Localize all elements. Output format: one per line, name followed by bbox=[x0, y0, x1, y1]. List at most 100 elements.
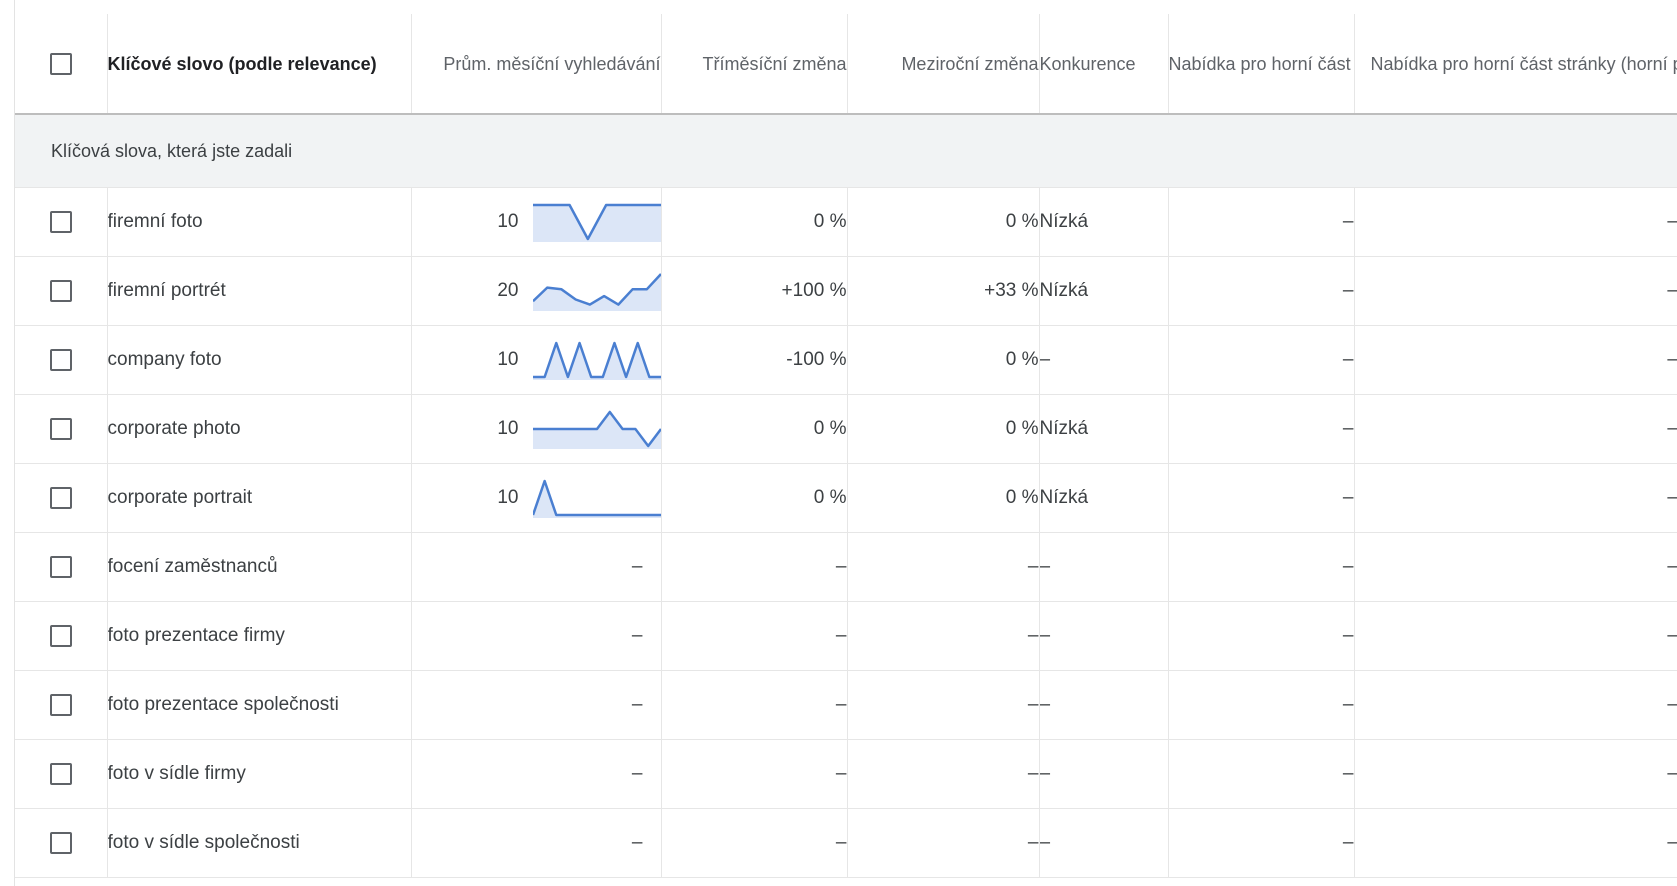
avg-searches-cell: 20 bbox=[411, 256, 662, 326]
keyword-cell: foto v sídle firmy bbox=[107, 739, 412, 809]
keyword-cell: focení zaměstnanců bbox=[107, 532, 412, 602]
competition-cell: – bbox=[1039, 808, 1169, 878]
avg-searches-wrap: – bbox=[412, 694, 661, 716]
row-checkbox[interactable] bbox=[49, 348, 72, 371]
avg-searches-value: 10 bbox=[497, 211, 519, 232]
table-row[interactable]: focení zaměstnanců – – – – – – bbox=[15, 532, 1677, 602]
table-row[interactable]: foto v sídle společnosti – – – – – – bbox=[15, 808, 1677, 878]
bid-high-cell: – bbox=[1354, 670, 1677, 740]
yoy-change-cell: 0 % bbox=[847, 187, 1040, 257]
keyword-planner-panel: Klíčové slovo (podle relevance) Prům. mě… bbox=[14, 0, 1677, 886]
competition-cell: – bbox=[1039, 325, 1169, 395]
row-checkbox[interactable] bbox=[49, 762, 72, 785]
bid-low-cell: – bbox=[1168, 463, 1355, 533]
yoy-change-cell: 0 % bbox=[847, 325, 1040, 395]
row-checkbox-cell bbox=[15, 256, 108, 326]
avg-searches-cell: – bbox=[411, 808, 662, 878]
three-month-change-cell: – bbox=[661, 808, 848, 878]
bid-high-cell: – bbox=[1354, 394, 1677, 464]
column-header-keyword[interactable]: Klíčové slovo (podle relevance) bbox=[107, 14, 412, 115]
three-month-change-cell: – bbox=[661, 532, 848, 602]
row-checkbox-cell bbox=[15, 739, 108, 809]
sparkline-area bbox=[532, 412, 660, 449]
column-header-yoy-change[interactable]: Meziroční změna bbox=[847, 14, 1040, 115]
table-row[interactable]: foto v sídle firmy – – – – – – bbox=[15, 739, 1677, 809]
avg-searches-value: 10 bbox=[497, 349, 519, 370]
row-checkbox[interactable] bbox=[49, 210, 72, 233]
bid-low-cell: – bbox=[1168, 394, 1355, 464]
yoy-change-cell: – bbox=[847, 739, 1040, 809]
table-row[interactable]: corporate photo 10 0 % 0 % Nízká – – bbox=[15, 394, 1677, 464]
row-checkbox-cell bbox=[15, 325, 108, 395]
row-checkbox-cell bbox=[15, 808, 108, 878]
column-header-bid-low[interactable]: Nabídka pro horní část stránky (spodní p… bbox=[1168, 14, 1355, 115]
bid-low-cell: – bbox=[1168, 670, 1355, 740]
avg-searches-wrap: 10 bbox=[412, 202, 660, 242]
column-header-bid-high[interactable]: Nabídka pro horní část stránky (horní pá… bbox=[1354, 14, 1677, 115]
yoy-change-cell: – bbox=[847, 601, 1040, 671]
three-month-change-cell: – bbox=[661, 739, 848, 809]
row-checkbox[interactable] bbox=[49, 417, 72, 440]
avg-searches-cell: – bbox=[411, 670, 662, 740]
trend-sparkline bbox=[532, 203, 660, 242]
column-header-avg-searches[interactable]: Prům. měsíční vyhledávání bbox=[411, 14, 662, 115]
avg-searches-wrap: – bbox=[412, 832, 661, 854]
bid-low-cell: – bbox=[1168, 187, 1355, 257]
keyword-cell: firemní foto bbox=[107, 187, 412, 257]
trend-sparkline bbox=[532, 410, 660, 449]
table-row[interactable]: firemní foto 10 0 % 0 % Nízká – – bbox=[15, 187, 1677, 257]
avg-searches-wrap: 10 bbox=[412, 409, 660, 449]
yoy-change-cell: – bbox=[847, 808, 1040, 878]
bid-high-cell: – bbox=[1354, 532, 1677, 602]
row-checkbox[interactable] bbox=[49, 693, 72, 716]
bid-high-cell: – bbox=[1354, 601, 1677, 671]
group-header-label: Klíčová slova, která jste zadali bbox=[15, 114, 1677, 188]
table-row[interactable]: company foto 10 -100 % 0 % – – – bbox=[15, 325, 1677, 395]
row-checkbox[interactable] bbox=[49, 624, 72, 647]
bid-low-cell: – bbox=[1168, 325, 1355, 395]
avg-searches-wrap: – bbox=[412, 625, 661, 647]
avg-searches-value: – bbox=[631, 832, 643, 853]
trend-sparkline bbox=[532, 479, 660, 518]
yoy-change-cell: +33 % bbox=[847, 256, 1040, 326]
avg-searches-wrap: – bbox=[412, 556, 661, 578]
keyword-cell: foto v sídle společnosti bbox=[107, 808, 412, 878]
three-month-change-cell: -100 % bbox=[661, 325, 848, 395]
competition-cell: Nízká bbox=[1039, 463, 1169, 533]
avg-searches-cell: – bbox=[411, 601, 662, 671]
table-row[interactable]: foto prezentace společnosti – – – – – – bbox=[15, 670, 1677, 740]
row-checkbox[interactable] bbox=[49, 831, 72, 854]
row-checkbox-cell bbox=[15, 532, 108, 602]
table-row[interactable]: corporate portrait 10 0 % 0 % Nízká – – bbox=[15, 463, 1677, 533]
keyword-cell: corporate photo bbox=[107, 394, 412, 464]
table-row[interactable]: foto prezentace firmy – – – – – – bbox=[15, 601, 1677, 671]
keyword-cell: company foto bbox=[107, 325, 412, 395]
competition-cell: – bbox=[1039, 670, 1169, 740]
bid-high-cell: – bbox=[1354, 187, 1677, 257]
table-row[interactable]: firemní portrét 20 +100 % +33 % Nízká – – bbox=[15, 256, 1677, 326]
row-checkbox-cell bbox=[15, 601, 108, 671]
row-checkbox[interactable] bbox=[49, 279, 72, 302]
avg-searches-value: – bbox=[631, 625, 643, 646]
bid-high-cell: – bbox=[1354, 325, 1677, 395]
avg-searches-cell: – bbox=[411, 532, 662, 602]
column-header-three-month-change[interactable]: Tříměsíční změna bbox=[661, 14, 848, 115]
three-month-change-cell: 0 % bbox=[661, 394, 848, 464]
select-all-checkbox[interactable] bbox=[49, 53, 72, 76]
avg-searches-cell: – bbox=[411, 739, 662, 809]
row-checkbox-cell bbox=[15, 670, 108, 740]
trend-sparkline bbox=[532, 341, 660, 380]
column-header-competition[interactable]: Konkurence bbox=[1039, 14, 1169, 115]
bid-high-cell: – bbox=[1354, 256, 1677, 326]
sparkline-area bbox=[532, 343, 660, 380]
avg-searches-wrap: – bbox=[412, 763, 661, 785]
row-checkbox[interactable] bbox=[49, 555, 72, 578]
avg-searches-cell: 10 bbox=[411, 187, 662, 257]
avg-searches-value: – bbox=[631, 763, 643, 784]
avg-searches-value: 20 bbox=[497, 280, 519, 301]
avg-searches-value: 10 bbox=[497, 487, 519, 508]
three-month-change-cell: +100 % bbox=[661, 256, 848, 326]
avg-searches-wrap: 10 bbox=[412, 478, 660, 518]
row-checkbox[interactable] bbox=[49, 486, 72, 509]
avg-searches-cell: 10 bbox=[411, 463, 662, 533]
